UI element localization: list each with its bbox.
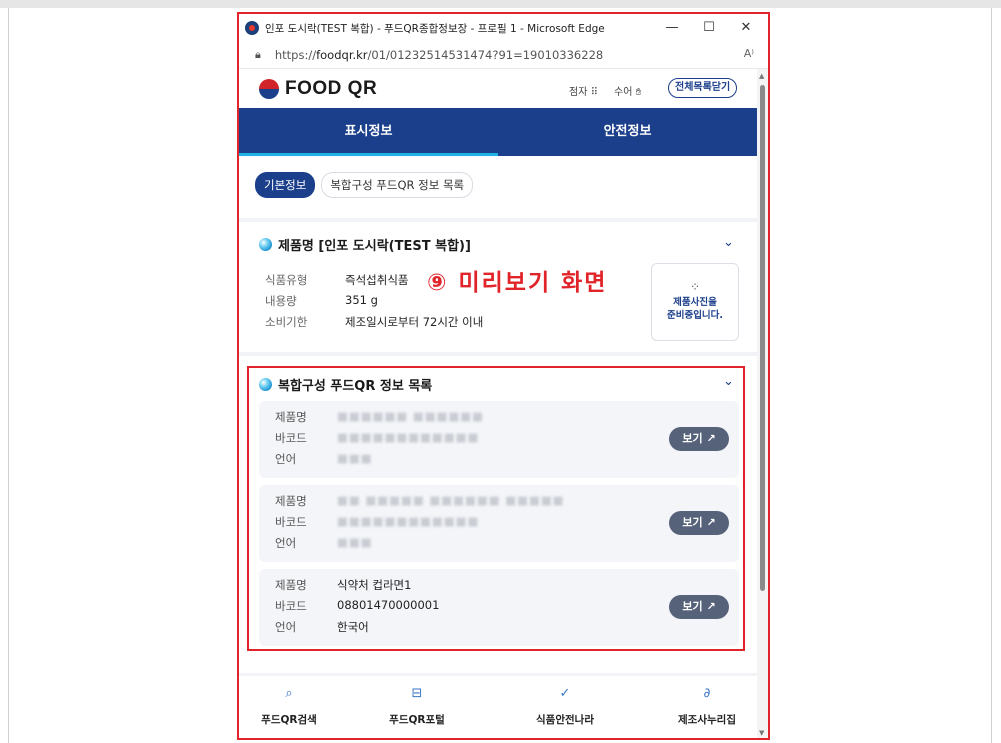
edge-icon: [245, 21, 259, 35]
maximize-button[interactable]: ☐: [694, 17, 724, 39]
main-tabs: 표시정보 안전정보: [239, 108, 757, 156]
qr-icon: ⊟: [411, 686, 423, 701]
list-item: 제품명 ■■ ■■■■■ ■■■■■■ ■■■■■ 바코드 ■■■■■■■■■■■■…: [259, 485, 739, 562]
hand-icon: ✋︎: [635, 87, 642, 98]
composite-section-title[interactable]: 복합구성 푸드QR 정보 목록: [259, 375, 432, 394]
list-item: 제품명 식약처 컵라면1 바코드 08801470000001 언어 한국어 보기 ↗: [259, 569, 739, 646]
info-row: 소비기한 제조일시로부터 72시간 이내: [265, 315, 484, 329]
footer-item-manufacturer[interactable]: ∂ 제조사누리집: [647, 686, 757, 727]
search-icon: ⌕: [285, 686, 293, 701]
scroll-up-icon[interactable]: ▲: [759, 72, 764, 80]
sub-tabs: 기본정보 복합구성 푸드QR 정보 목록: [255, 172, 474, 198]
sign-language-button[interactable]: 수어 ✋︎: [614, 83, 641, 98]
page-content: FOOD QR 점자 ⠿ 수어 ✋︎ 전체목록닫기 표시정보 안전정보 기본정보…: [239, 69, 757, 738]
external-link-icon: ↗: [706, 600, 716, 613]
bullet-icon: [259, 378, 272, 391]
braille-icon: ⠿: [590, 87, 598, 98]
footer-item-portal[interactable]: ⊟ 푸드QR포털: [357, 686, 477, 727]
product-section-title[interactable]: 제품명 [인포 도시락(TEST 복합)]: [259, 235, 471, 254]
divider: [239, 218, 757, 222]
view-button[interactable]: 보기 ↗: [669, 427, 729, 451]
scrollbar[interactable]: ▲ ▼: [757, 69, 768, 738]
external-link-icon: ↗: [706, 516, 716, 529]
view-button[interactable]: 보기 ↗: [669, 595, 729, 619]
product-photo-placeholder: ⁘ 제품사진을 준비중입니다.: [651, 263, 739, 341]
lock-icon[interactable]: 🔒︎: [255, 48, 261, 62]
read-aloud-icon[interactable]: A⁾: [744, 47, 754, 60]
address-bar[interactable]: 🔒︎ https://foodqr.kr/01/01232514531474?9…: [239, 42, 768, 69]
divider: [239, 352, 757, 356]
left-border: [8, 8, 9, 743]
loading-icon: ⁘: [689, 280, 701, 294]
tab-display-info[interactable]: 표시정보: [239, 108, 498, 156]
taegeuk-logo-icon: [259, 79, 279, 99]
bullet-icon: [259, 238, 272, 251]
footer-item-search[interactable]: ⌕ 푸드QR검색: [239, 686, 349, 727]
window-title: 인포 도시락(TEST 복합) - 푸드QR종합정보장 - 프로필 1 - Mi…: [265, 22, 605, 35]
top-border: [0, 0, 1001, 8]
scroll-down-icon[interactable]: ▼: [759, 729, 764, 737]
browser-window: 인포 도시락(TEST 복합) - 푸드QR종합정보장 - 프로필 1 - Mi…: [237, 12, 770, 740]
footer-nav: ⌕ 푸드QR검색 ⊟ 푸드QR포털 ✓ 식품안전나라 ∂ 제조사누리집: [239, 673, 757, 738]
title-bar: 인포 도시락(TEST 복합) - 푸드QR종합정보장 - 프로필 1 - Mi…: [239, 14, 768, 42]
external-link-icon: ↗: [706, 432, 716, 445]
close-all-button[interactable]: 전체목록닫기: [668, 78, 738, 98]
site-header: FOOD QR 점자 ⠿ 수어 ✋︎ 전체목록닫기: [239, 69, 757, 109]
check-icon: ✓: [559, 686, 571, 701]
braille-button[interactable]: 점자 ⠿: [569, 83, 598, 98]
view-button[interactable]: 보기 ↗: [669, 511, 729, 535]
photo-message: 제품사진을 준비중입니다.: [666, 297, 724, 321]
link-icon: ∂: [703, 686, 711, 701]
chevron-down-icon[interactable]: ⌄: [723, 235, 734, 250]
right-border: [991, 8, 992, 743]
minimize-button[interactable]: —: [657, 17, 687, 39]
site-logo[interactable]: FOOD QR: [285, 78, 377, 100]
close-window-button[interactable]: ✕: [731, 17, 761, 39]
list-item: 제품명 ■■■■■■ ■■■■■■ 바코드 ■■■■■■■■■■■■ 언어 ■■■ 보…: [259, 401, 739, 478]
chip-composite-list[interactable]: 복합구성 푸드QR 정보 목록: [321, 172, 474, 198]
tab-safety-info[interactable]: 안전정보: [498, 108, 757, 156]
chip-basic-info[interactable]: 기본정보: [255, 172, 316, 198]
scroll-thumb[interactable]: [760, 85, 765, 591]
chevron-down-icon[interactable]: ⌄: [723, 374, 734, 389]
footer-item-food-safety[interactable]: ✓ 식품안전나라: [505, 686, 625, 727]
url-text[interactable]: https://foodqr.kr/01/01232514531474?91=1…: [275, 48, 603, 62]
preview-annotation: ⑨ 미리보기 화면: [427, 270, 608, 296]
